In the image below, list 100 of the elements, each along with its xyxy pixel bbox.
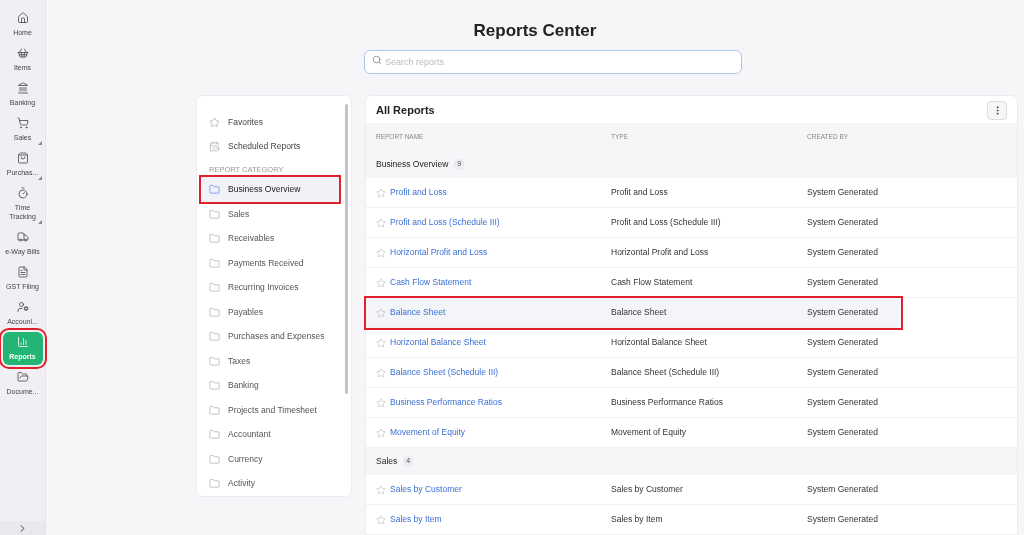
user-icon (16, 301, 29, 313)
star-icon[interactable] (376, 187, 386, 198)
star-icon[interactable] (376, 307, 386, 318)
category-item[interactable]: Payables (201, 299, 339, 325)
category-item[interactable]: Currency (201, 446, 339, 472)
report-row[interactable]: Balance Sheet (Schedule III) Balance Sheet (Schedule III) System Generated (366, 358, 1017, 388)
report-link[interactable]: Profit and Loss (390, 186, 447, 199)
table-cell-text: Sales by Customer (611, 483, 684, 496)
table-cell-text: System Generated (807, 216, 879, 229)
report-link[interactable]: Balance Sheet (390, 306, 446, 319)
folder-icon (209, 233, 220, 244)
expand-corner-icon (37, 220, 42, 224)
table-cell-text: Balance Sheet (Schedule III) (611, 366, 721, 379)
search-field[interactable]: Search reports (364, 50, 742, 74)
more-options-button[interactable] (987, 101, 1007, 120)
star-icon[interactable] (376, 277, 386, 288)
truck-icon (16, 231, 29, 243)
report-row[interactable]: Sales by Customer Sales by Customer System Generated (366, 475, 1017, 505)
category-item[interactable]: Recurring Invoices (201, 275, 339, 300)
category-item[interactable]: Sales (201, 201, 339, 227)
report-row[interactable]: Sales by Item Sales by Item System Generated (366, 505, 1017, 535)
table-cell-text: System Generated (807, 426, 879, 439)
report-link[interactable]: Balance Sheet (Schedule III) (390, 366, 499, 379)
table-cell-text: System Generated (807, 186, 879, 199)
folder-icon (209, 331, 220, 342)
group-name: Business Overview (376, 158, 449, 171)
star-icon[interactable] (376, 427, 386, 438)
report-row[interactable]: Horizontal Profit and Loss Horizontal Profit and Loss System Generated (366, 238, 1017, 268)
folder-icon (209, 380, 220, 391)
table-cell-text: System Generated (807, 336, 879, 349)
category-item[interactable]: Accountant (201, 422, 339, 447)
folder-icon (209, 429, 220, 440)
category-item[interactable]: Payments Received (201, 250, 339, 276)
table-cell-text: Business Performance Ratios (611, 396, 724, 409)
category-item[interactable]: Taxes (201, 348, 339, 374)
folder-icon (209, 478, 220, 489)
category-link[interactable]: Scheduled Reports (209, 134, 341, 159)
category-item[interactable]: Projects and Timesheet (201, 397, 339, 423)
report-link[interactable]: Sales by Item (390, 513, 442, 526)
table-cell-text: System Generated (807, 366, 879, 379)
search-icon (372, 55, 382, 65)
folder-icon (209, 404, 220, 416)
report-link[interactable]: Horizontal Balance Sheet (390, 336, 486, 349)
group-name: Sales (376, 455, 398, 468)
folder-icon (209, 257, 220, 269)
star-icon[interactable] (376, 514, 386, 525)
report-row[interactable]: Profit and Loss Profit and Loss System Generated (366, 178, 1017, 208)
folder-icon (209, 306, 220, 318)
folder-icon (209, 355, 220, 367)
report-row[interactable]: Business Performance Ratios Business Performance Ratios System Generated (366, 388, 1017, 418)
table-cell-text: Cash Flow Statement (611, 276, 694, 289)
category-item[interactable]: Business Overview (201, 177, 339, 202)
star-icon[interactable] (376, 337, 386, 348)
table-cell-text: Sales by Item (611, 513, 664, 526)
star-icon (209, 116, 220, 128)
table-cell-text: System Generated (807, 483, 879, 496)
page-title: Reports Center (473, 22, 597, 40)
report-link[interactable]: Sales by Customer (390, 483, 462, 496)
table-cell-text: Balance Sheet (611, 306, 668, 319)
table-cell-text: System Generated (807, 396, 879, 409)
category-link[interactable]: Favorites (209, 110, 341, 135)
calendar-icon (209, 141, 220, 153)
bar-chart-icon (16, 336, 29, 348)
table-cell-text: Movement of Equity (611, 426, 688, 439)
report-link[interactable]: Movement of Equity (390, 426, 466, 439)
star-icon[interactable] (376, 484, 386, 495)
folder-icon (209, 453, 220, 465)
category-item[interactable]: Activity (201, 471, 339, 496)
expand-sidebar-button[interactable] (0, 521, 45, 535)
folder-icon (209, 208, 220, 220)
report-link[interactable]: Horizontal Profit and Loss (390, 246, 488, 259)
category-item[interactable]: Receivables (201, 226, 339, 251)
category-item[interactable]: Banking (201, 373, 339, 398)
report-row[interactable]: Horizontal Balance Sheet Horizontal Balance Sheet System Generated (366, 328, 1017, 358)
table-cell-text: Horizontal Profit and Loss (611, 246, 710, 259)
table-cell-text: Profit and Loss (Schedule III) (611, 216, 722, 229)
table-cell-text: System Generated (807, 246, 879, 259)
folder-icon (209, 282, 220, 293)
report-row[interactable]: Profit and Loss (Schedule III) Profit and Loss (Schedule III) System Generated (366, 208, 1017, 238)
report-link[interactable]: Business Performance Ratios (390, 396, 502, 409)
table-cell-text: System Generated (807, 306, 879, 319)
star-icon[interactable] (376, 217, 386, 228)
report-link[interactable]: Cash Flow Statement (390, 276, 472, 289)
home-icon (16, 12, 29, 24)
star-icon[interactable] (376, 367, 386, 378)
document-icon (16, 266, 29, 278)
table-cell-text: System Generated (807, 276, 879, 289)
report-link[interactable]: Profit and Loss (Schedule III) (390, 216, 500, 229)
report-row[interactable]: Balance Sheet Balance Sheet System Generated (366, 298, 901, 328)
table-cell-text: Profit and Loss (611, 186, 669, 199)
bank-icon (16, 82, 29, 94)
star-icon[interactable] (376, 247, 386, 258)
expand-corner-icon (37, 141, 42, 145)
folder-icon (16, 371, 29, 383)
star-icon[interactable] (376, 397, 386, 408)
category-item[interactable]: Purchases and Expenses (201, 324, 339, 349)
folder-icon (209, 184, 220, 195)
panel-title: All Reports (376, 103, 435, 119)
basket-icon (16, 47, 29, 59)
bag-icon (16, 152, 29, 164)
